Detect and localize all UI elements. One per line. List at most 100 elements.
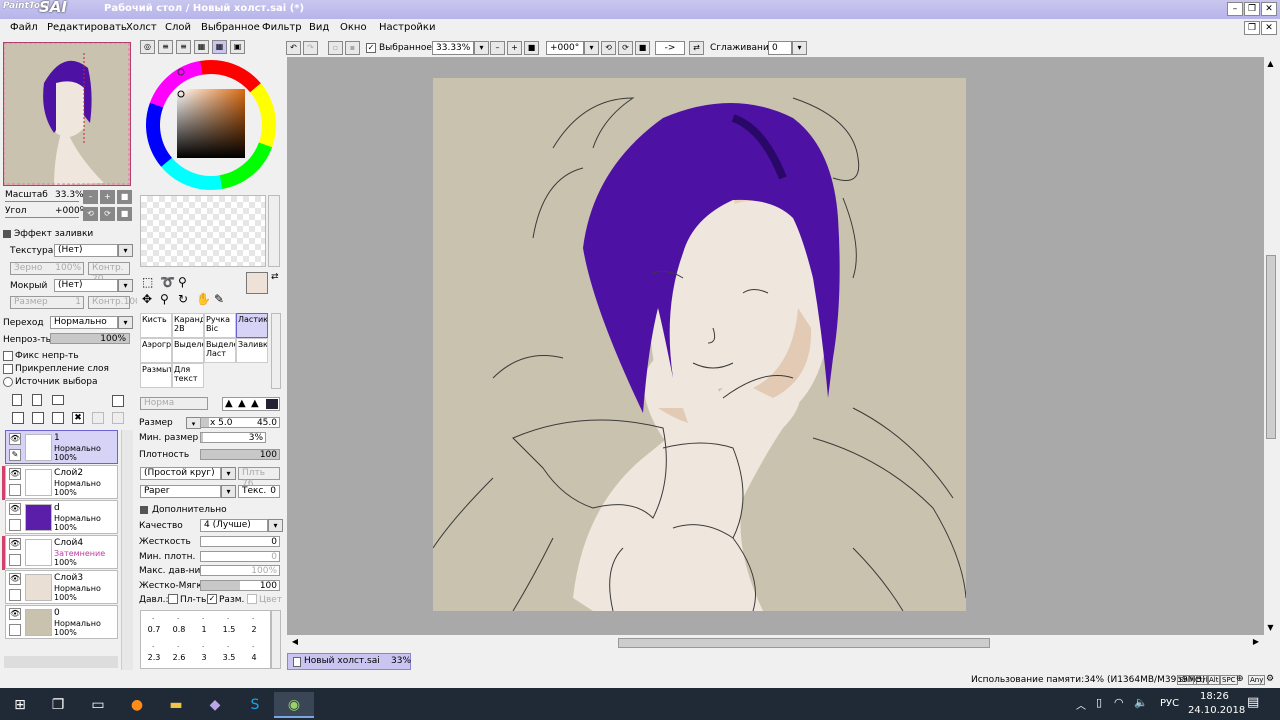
layer-lock-box[interactable] — [9, 589, 21, 601]
navigator-preview[interactable] — [3, 42, 131, 186]
clock-time[interactable]: 18:26 — [1200, 691, 1229, 702]
size-preset-dot[interactable]: · — [252, 643, 254, 651]
zoom-dropdown-icon[interactable]: ▾ — [474, 41, 489, 55]
new-linework-layer-icon[interactable] — [32, 394, 42, 406]
size-preset[interactable]: 0.7 — [141, 625, 167, 638]
size-preset[interactable]: 2 — [241, 625, 267, 638]
smoothing-dropdown-icon[interactable]: ▾ — [792, 41, 807, 55]
layer-lock-box[interactable] — [9, 519, 21, 531]
brush-shape-dropdown-icon[interactable]: ▾ — [221, 467, 236, 480]
new-layer-icon[interactable] — [12, 394, 22, 406]
maximize-button[interactable]: ❐ — [1244, 2, 1260, 16]
menu-settings[interactable]: Настройки — [379, 22, 435, 33]
menu-file[interactable]: Файл — [10, 22, 38, 33]
fill-effect-collapse-icon[interactable] — [3, 230, 11, 238]
game-app-icon[interactable]: ◆ — [195, 692, 235, 718]
size-preset-dot[interactable]: · — [227, 615, 229, 623]
scratchpad[interactable] — [140, 195, 266, 267]
file-explorer-icon[interactable]: ▬ — [156, 692, 196, 718]
volume-icon[interactable]: 🔈 — [1134, 696, 1148, 709]
menu-edit[interactable]: Редактировать — [47, 22, 127, 33]
size-preset-dot[interactable]: · — [202, 615, 204, 623]
minimize-button[interactable]: – — [1227, 2, 1243, 16]
layer-item[interactable]: 👁 0 Нормально 100% — [5, 605, 118, 639]
smoothing-field[interactable]: 0 — [768, 41, 792, 55]
skype-icon[interactable]: S — [235, 692, 275, 718]
scroll-up-icon[interactable]: ▲ — [1265, 59, 1276, 71]
size-preset-dot[interactable]: · — [227, 643, 229, 651]
undo-button[interactable]: ↶ — [286, 41, 301, 55]
brush-texture-strength[interactable]: Текс. 0 — [238, 485, 280, 498]
layer-lock-box[interactable] — [9, 554, 21, 566]
start-windows-icon[interactable]: ⊞ — [0, 692, 40, 718]
size-preset-dot[interactable]: · — [177, 643, 179, 651]
rotate-right-button[interactable]: ⟳ — [618, 41, 633, 55]
tray-chevron-icon[interactable]: ︿ — [1076, 697, 1086, 712]
rotate-icon[interactable]: ↻ — [178, 292, 188, 306]
angle-field[interactable]: +000° — [546, 41, 584, 55]
brush-texture-select[interactable]: Paper — [140, 485, 221, 498]
tool-button[interactable]: Аэрогр — [140, 338, 172, 363]
visibility-eye-icon[interactable]: 👁 — [9, 468, 21, 480]
tool-button[interactable]: Кисть — [140, 313, 172, 338]
scale-slider[interactable] — [5, 201, 79, 202]
quality-select[interactable]: 4 (Лучше) — [200, 519, 268, 532]
edge-hard-icon[interactable]: ▲ — [225, 398, 233, 409]
doc-restore-button[interactable]: ❐ — [1244, 21, 1260, 35]
size-preset[interactable]: 2.6 — [166, 653, 192, 666]
vertical-scrollbar[interactable]: ▲ ▼ — [1264, 57, 1278, 635]
brush-edge-selector[interactable]: ▲ ▲ ▲ — [222, 397, 280, 411]
menu-layer[interactable]: Слой — [165, 22, 191, 33]
language-indicator[interactable]: РУС — [1160, 698, 1179, 709]
lock-opacity-checkbox[interactable] — [3, 351, 13, 361]
notifications-icon[interactable]: ▤ — [1247, 695, 1259, 710]
size-preset[interactable]: 1.5 — [216, 625, 242, 638]
selection-checkbox[interactable]: ✓ — [366, 43, 376, 53]
tool-grid-scrollbar[interactable] — [271, 313, 281, 389]
magic-wand-icon[interactable]: ⚲ — [178, 275, 187, 289]
size-mult-dropdown-icon[interactable]: ▾ — [186, 417, 201, 429]
menu-canvas[interactable]: Холст — [126, 22, 157, 33]
layer-mask-icon[interactable] — [112, 395, 124, 407]
layer-list-scrollbar[interactable] — [121, 430, 133, 670]
size-preset-dot[interactable]: · — [202, 643, 204, 651]
opacity-slider[interactable]: 100% — [50, 333, 130, 344]
wet-dropdown-icon[interactable]: ▾ — [118, 279, 133, 292]
flip-icon[interactable]: ⇄ — [689, 41, 704, 55]
scratchpad-mode-icon[interactable]: ▦ — [212, 40, 227, 54]
rect-select-icon[interactable]: ⬚ — [142, 275, 153, 289]
close-button[interactable]: ✕ — [1261, 2, 1277, 16]
size-preset-dot[interactable]: · — [177, 615, 179, 623]
tool-button[interactable]: Каранд 2B — [172, 313, 204, 338]
advanced-collapse-icon[interactable] — [140, 506, 148, 514]
rotate-reset-button[interactable]: ■ — [635, 41, 650, 55]
swatch-mode-icon[interactable]: ▦ — [194, 40, 209, 54]
scratchpad-scrollbar[interactable] — [268, 195, 280, 267]
nav-rotate-reset-button[interactable]: ■ — [117, 207, 132, 221]
layer-item[interactable]: 👁 ✎ 1 Нормально 100% — [5, 430, 118, 464]
horizontal-scroll-thumb[interactable] — [618, 638, 990, 648]
nav-rotate-right-button[interactable]: ⟳ — [100, 207, 115, 221]
deselect-button[interactable]: ▫ — [328, 41, 343, 55]
menu-view[interactable]: Вид — [309, 22, 329, 33]
settings-gear-icon[interactable]: ⚙ — [1266, 674, 1274, 684]
max-pressure-slider[interactable]: 100% — [200, 565, 280, 576]
brush-shape-select[interactable]: (Простой круг) — [140, 467, 221, 480]
merge-down-icon[interactable] — [32, 412, 44, 424]
pressure-density-checkbox[interactable] — [168, 594, 178, 604]
blend-mode-dropdown-icon[interactable]: ▾ — [118, 316, 133, 329]
color-wheel-mode-icon[interactable]: ◎ — [140, 40, 155, 54]
size-preset-dot[interactable]: · — [152, 643, 154, 651]
swap-colors-icon[interactable]: ⇄ — [271, 272, 279, 282]
tool-button[interactable]: Ластик — [236, 313, 268, 338]
selection-source-radio[interactable] — [3, 377, 13, 387]
trash-icon[interactable]: ✖ — [72, 412, 84, 424]
clip-layer-checkbox[interactable] — [3, 364, 13, 374]
visibility-eye-icon[interactable]: 👁 — [9, 503, 21, 515]
flip-button[interactable]: -> — [655, 41, 685, 55]
size-preset[interactable]: 0.8 — [166, 625, 192, 638]
menu-selection[interactable]: Выбранное — [201, 22, 260, 33]
layer-lock-box[interactable] — [9, 484, 21, 496]
canvas-paper[interactable] — [433, 78, 966, 611]
edge-soft-icon[interactable]: ▲ — [251, 398, 259, 409]
